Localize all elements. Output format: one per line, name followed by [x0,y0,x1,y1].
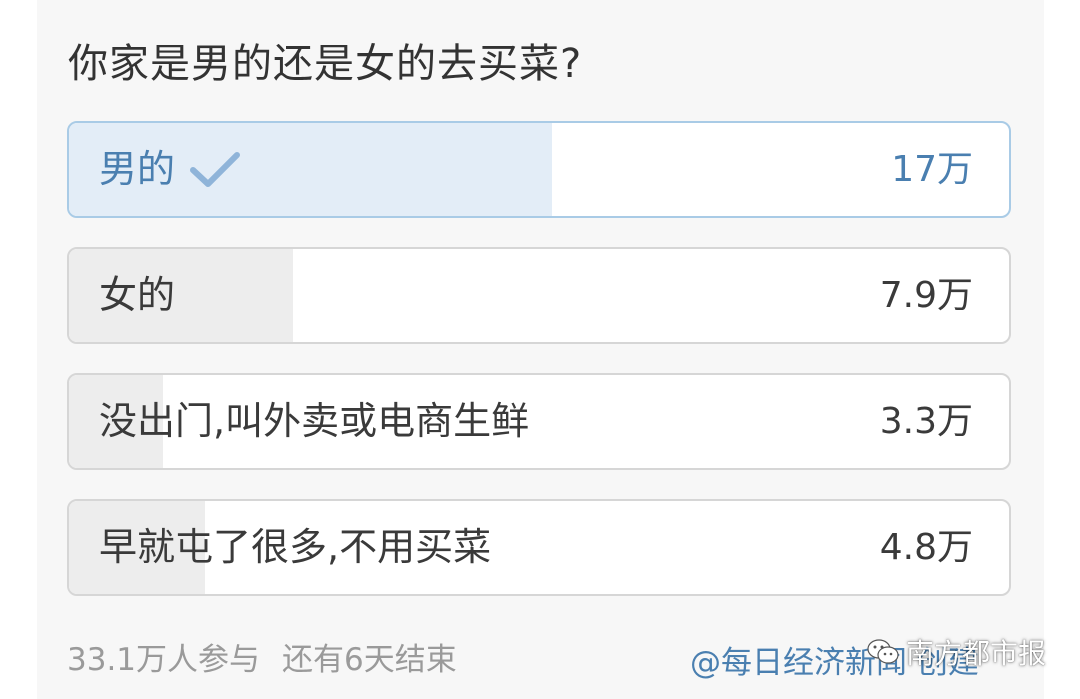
poll-option-male[interactable]: 男的 17万 [67,121,1011,218]
poll-option-female[interactable]: 女的 7.9万 [67,247,1011,344]
vote-count: 7.9万 [879,275,973,316]
option-label: 没出门,叫外卖或电商生鲜 [99,399,530,443]
publisher-watermark: 南方都市报 [866,630,1046,674]
vote-count: 3.3万 [879,401,973,442]
option-label: 早就屯了很多,不用买菜 [99,525,492,569]
wechat-icon [867,639,899,664]
poll-stats: 33.1万人参与 还有6天结束 [67,638,457,682]
time-remaining: 还有6天结束 [282,642,457,678]
option-label: 男的 [99,147,176,191]
poll-question: 你家是男的还是女的去买菜? [68,41,583,87]
checkmark-icon [190,151,241,187]
poll-option-delivery[interactable]: 没出门,叫外卖或电商生鲜 3.3万 [67,373,1011,470]
poll-option-stocked-up[interactable]: 早就屯了很多,不用买菜 4.8万 [67,499,1011,596]
vote-count: 4.8万 [879,527,973,568]
vote-count: 17万 [891,149,973,190]
watermark-text: 南方都市报 [906,637,1047,670]
option-label: 女的 [99,273,176,317]
participant-count: 33.1万人参与 [67,642,261,678]
